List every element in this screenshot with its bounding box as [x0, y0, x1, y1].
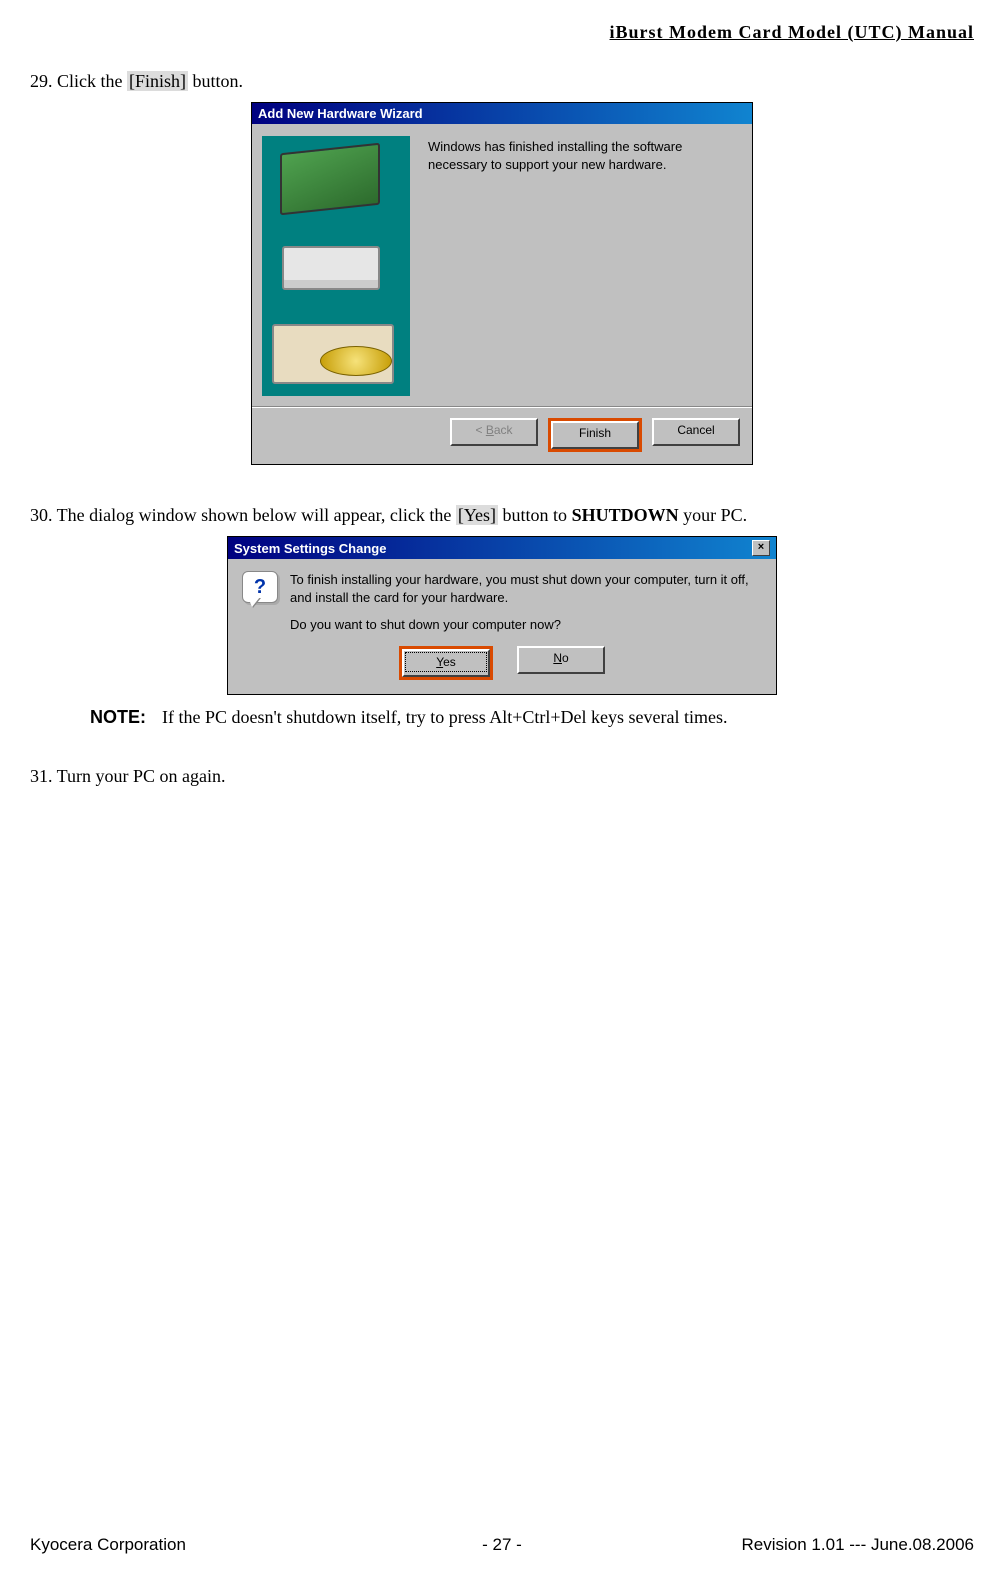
cd-drive-icon: [272, 324, 394, 384]
question-icon: ?: [242, 571, 276, 605]
dialog1-title-text: Add New Hardware Wizard: [258, 106, 423, 121]
bubble-tail-icon: [248, 597, 260, 607]
step-29-suffix: button.: [188, 71, 243, 91]
dialog2-titlebar: System Settings Change ×: [228, 537, 776, 559]
page-header-title: iBurst Modem Card Model (UTC) Manual: [30, 0, 974, 63]
note-text: If the PC doesn't shutdown itself, try t…: [162, 707, 727, 728]
close-icon[interactable]: ×: [752, 540, 770, 556]
footer-right: Revision 1.01 --- June.08.2006: [742, 1535, 974, 1555]
back-button: < Back: [450, 418, 538, 446]
step-29-prefix: 29. Click the: [30, 71, 127, 91]
no-rest: o: [562, 651, 569, 665]
hardware-illustration: [262, 136, 410, 396]
yes-rest: es: [443, 655, 456, 669]
note-row: NOTE: If the PC doesn't shutdown itself,…: [90, 707, 974, 728]
dialog1-titlebar: Add New Hardware Wizard: [252, 103, 752, 124]
step-29-text: 29. Click the [Finish] button.: [30, 71, 974, 92]
step-31-text: 31. Turn your PC on again.: [30, 766, 974, 787]
dialog2-line11: To finish installing your hardware, you …: [290, 571, 762, 606]
no-mnemonic: N: [553, 651, 562, 665]
shutdown-word: SHUTDOWN: [572, 505, 679, 525]
page-footer: Kyocera Corporation - 27 - Revision 1.01…: [30, 1535, 974, 1555]
cancel-button[interactable]: Cancel: [652, 418, 740, 446]
dialog2-title-text: System Settings Change: [234, 541, 386, 556]
cd-disc-icon: [320, 346, 392, 376]
finish-button[interactable]: Finish: [551, 421, 639, 449]
footer-page-number: - 27 -: [482, 1535, 522, 1555]
dialog1-body-text: Windows has finished installing the soft…: [428, 136, 736, 396]
step-30-mid: button to: [498, 505, 572, 525]
step-30-prefix: 30. The dialog window shown below will a…: [30, 505, 456, 525]
footer-left: Kyocera Corporation: [30, 1535, 186, 1555]
step-30-suffix: your PC.: [679, 505, 748, 525]
no-button[interactable]: No: [517, 646, 605, 674]
note-label: NOTE:: [90, 707, 146, 728]
step-30-text: 30. The dialog window shown below will a…: [30, 505, 974, 526]
yes-button-highlight: Yes: [399, 646, 493, 680]
finish-button-highlight: Finish: [548, 418, 642, 452]
add-new-hardware-wizard-dialog: Add New Hardware Wizard Windows has fini…: [251, 102, 753, 465]
system-settings-change-dialog: System Settings Change × ? To finish ins…: [227, 536, 777, 695]
pci-card-icon: [280, 143, 380, 216]
yes-label-ref: [Yes]: [456, 505, 498, 525]
dialog2-line2: Do you want to shut down your computer n…: [290, 616, 762, 634]
yes-button[interactable]: Yes: [402, 649, 490, 677]
finish-label-ref: [Finish]: [127, 71, 188, 91]
drive-case-icon: [282, 246, 380, 290]
